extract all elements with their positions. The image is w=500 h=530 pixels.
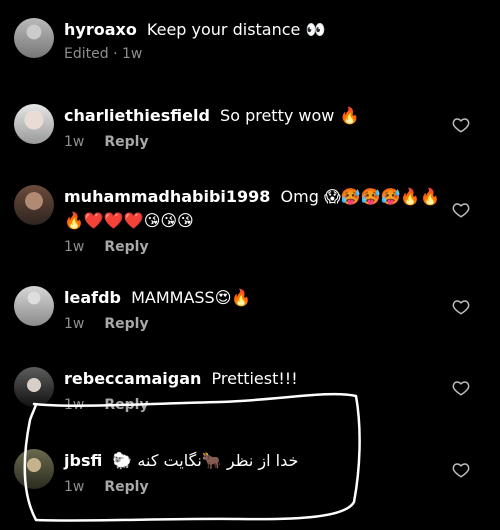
reply-button[interactable]: Reply <box>104 316 148 332</box>
heart-icon[interactable] <box>452 379 470 397</box>
comment-line: muhammadhabibi1998 Omg 😱🥵🥵🥵🔥🔥🔥❤️❤️❤️😘😘😘 <box>64 185 448 233</box>
heart-icon[interactable] <box>452 298 470 316</box>
avatar[interactable] <box>14 367 54 407</box>
reply-button[interactable]: Reply <box>104 134 148 150</box>
comment-body: rebeccamaigan Prettiest!!! 1w Reply <box>64 367 484 413</box>
comment-meta: 1w Reply <box>64 134 448 150</box>
avatar[interactable] <box>14 286 54 326</box>
comment-line: jbsfi خدا از نظر 🐂نگایت کنه 🐑 <box>64 449 448 473</box>
comment-text: So pretty wow 🔥 <box>220 106 360 125</box>
comment-meta: 1w Reply <box>64 316 448 332</box>
username[interactable]: charliethiesfield <box>64 106 210 125</box>
username[interactable]: rebeccamaigan <box>64 369 201 388</box>
meta-separator: · <box>113 46 118 62</box>
comment-meta: 1w Reply <box>64 479 448 495</box>
username[interactable]: leafdb <box>64 288 121 307</box>
reply-button[interactable]: Reply <box>104 397 148 413</box>
reply-button[interactable]: Reply <box>104 239 148 255</box>
comment-text: خدا از نظر 🐂نگایت کنه 🐑 <box>112 451 299 470</box>
reply-button[interactable]: Reply <box>104 479 148 495</box>
edited-label: Edited <box>64 46 109 62</box>
timestamp: 1w <box>64 479 85 495</box>
comment-body: jbsfi خدا از نظر 🐂نگایت کنه 🐑 1w Reply <box>64 449 484 495</box>
comment-text: Prettiest!!! <box>211 369 298 388</box>
comment-line: charliethiesfield So pretty wow 🔥 <box>64 104 448 128</box>
caption-row: hyroaxo Keep your distance 👀 Edited · 1w <box>14 18 484 62</box>
caption-text: Keep your distance 👀 <box>146 20 326 39</box>
comment-meta: 1w Reply <box>64 239 448 255</box>
comment-text: MAMMASS😍🔥 <box>131 288 252 307</box>
heart-icon[interactable] <box>452 461 470 479</box>
caption-body: hyroaxo Keep your distance 👀 Edited · 1w <box>64 18 484 62</box>
comment-row: jbsfi خدا از نظر 🐂نگایت کنه 🐑 1w Reply <box>14 449 484 495</box>
username[interactable]: jbsfi <box>64 451 102 470</box>
heart-icon[interactable] <box>452 201 470 219</box>
comment-meta: 1w Reply <box>64 397 448 413</box>
avatar[interactable] <box>14 185 54 225</box>
comment-body: charliethiesfield So pretty wow 🔥 1w Rep… <box>64 104 484 150</box>
heart-icon[interactable] <box>452 116 470 134</box>
username[interactable]: muhammadhabibi1998 <box>64 187 270 206</box>
comment-line: leafdb MAMMASS😍🔥 <box>64 286 448 310</box>
avatar[interactable] <box>14 104 54 144</box>
username[interactable]: hyroaxo <box>64 20 137 39</box>
caption-meta: Edited · 1w <box>64 46 448 62</box>
comment-body: muhammadhabibi1998 Omg 😱🥵🥵🥵🔥🔥🔥❤️❤️❤️😘😘😘 … <box>64 185 484 255</box>
timestamp: 1w <box>64 134 85 150</box>
comment-row: charliethiesfield So pretty wow 🔥 1w Rep… <box>14 104 484 150</box>
avatar[interactable] <box>14 18 54 58</box>
timestamp: 1w <box>64 316 85 332</box>
timestamp: 1w <box>64 397 85 413</box>
comment-row: muhammadhabibi1998 Omg 😱🥵🥵🥵🔥🔥🔥❤️❤️❤️😘😘😘 … <box>14 185 484 255</box>
timestamp: 1w <box>64 239 85 255</box>
comment-body: leafdb MAMMASS😍🔥 1w Reply <box>64 286 484 332</box>
timestamp: 1w <box>121 46 143 62</box>
comment-row: rebeccamaigan Prettiest!!! 1w Reply <box>14 367 484 413</box>
caption-line: hyroaxo Keep your distance 👀 <box>64 18 448 42</box>
avatar[interactable] <box>14 449 54 489</box>
comment-row: leafdb MAMMASS😍🔥 1w Reply <box>14 286 484 332</box>
comment-line: rebeccamaigan Prettiest!!! <box>64 367 448 391</box>
